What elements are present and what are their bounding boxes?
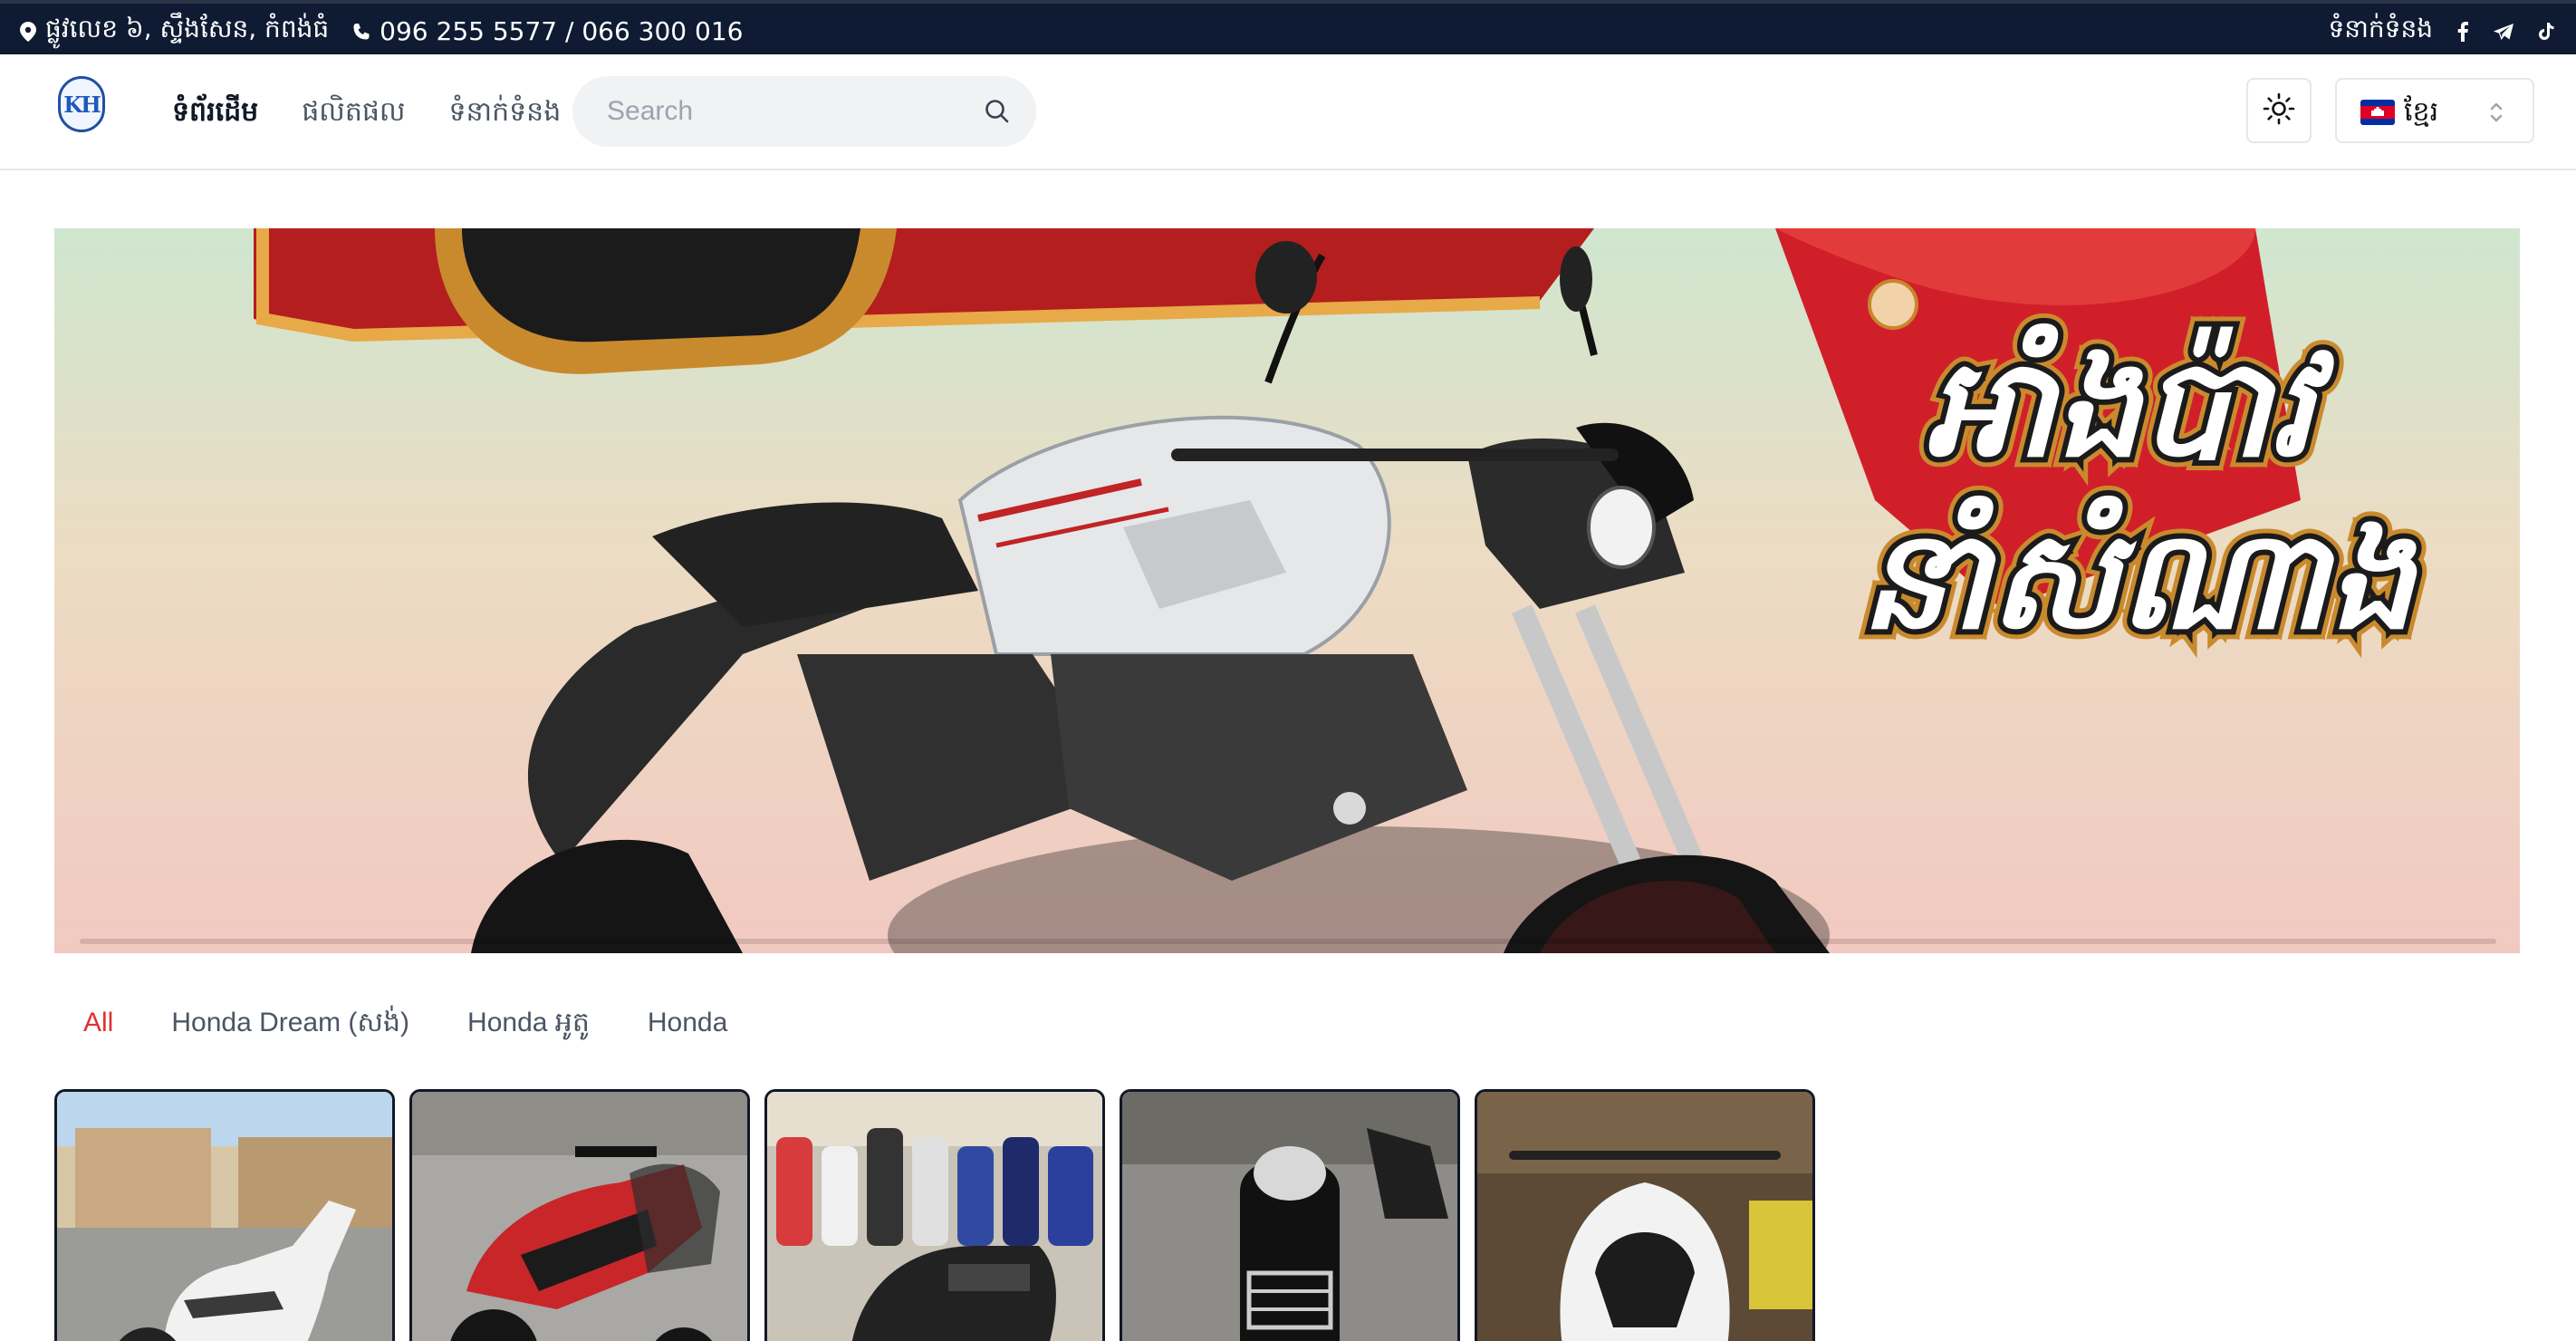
- product-card[interactable]: [54, 1089, 395, 1341]
- search-icon[interactable]: [984, 98, 1011, 129]
- theme-toggle-button[interactable]: [2246, 78, 2312, 143]
- phone-item: 096 255 5577 / 066 300 016: [352, 16, 743, 46]
- phone-text: 096 255 5577 / 066 300 016: [380, 16, 744, 46]
- promo-banner-artwork: អាំងប៉ាវ អាំងប៉ាវ នាំសំណាង នាំសំណាង: [254, 228, 2430, 953]
- red-black-scooter-photo: [412, 1092, 747, 1341]
- tab-honda-dream[interactable]: Honda Dream (សង់): [142, 1000, 438, 1046]
- top-info-bar: ផ្លូវលេខ ៦, ស្ទឹងសែន, កំពង់ធំ 096 255 55…: [0, 0, 2576, 54]
- main-header: KH ទំព័រដើម ផលិតផល ទំនាក់ទំនង Search ខ្ម…: [0, 54, 2576, 170]
- showroom-motorbikes-photo: [767, 1092, 1102, 1341]
- cambodia-flag-icon: [2360, 100, 2395, 125]
- nav-item-products[interactable]: ផលិតផល: [302, 94, 405, 134]
- search-input[interactable]: [607, 92, 969, 130]
- tab-all[interactable]: All: [54, 1000, 142, 1046]
- product-card[interactable]: [764, 1089, 1105, 1341]
- phone-icon: [352, 23, 370, 41]
- nav-item-contact[interactable]: ទំនាក់ទំនង: [448, 94, 561, 134]
- banner-headline-2: នាំសំណាង: [1860, 495, 2419, 660]
- telegram-icon[interactable]: [2493, 23, 2514, 41]
- location-pin-icon: [20, 21, 36, 42]
- white-pcx-scooter-photo: [1477, 1092, 1812, 1341]
- carousel-progress-bar: [80, 939, 2496, 944]
- main-nav: ទំព័រដើម ផលិតផល ទំនាក់ទំនង: [172, 94, 561, 134]
- tiktok-icon[interactable]: [2538, 22, 2554, 41]
- category-tabs: All Honda Dream (សង់) Honda អូតូ Honda: [54, 1000, 756, 1046]
- banner-headline-1: អាំងប៉ាវ: [1926, 323, 2336, 487]
- white-scooter-photo: [57, 1092, 392, 1341]
- address-item: ផ្លូវលេខ ៦, ស្ទឹងសែន, កំពង់ធំ: [20, 13, 329, 50]
- language-select[interactable]: ខ្មែរ: [2335, 78, 2534, 143]
- tab-honda-auto[interactable]: Honda អូតូ: [438, 1000, 619, 1046]
- language-label: ខ្មែរ: [2404, 96, 2439, 128]
- product-card[interactable]: [1475, 1089, 1815, 1341]
- address-text: ផ្លូវលេខ ៦, ស្ទឹងសែន, កំពង់ធំ: [45, 14, 330, 43]
- product-card[interactable]: [409, 1089, 750, 1341]
- black-honda-dream-photo: [1122, 1092, 1457, 1341]
- site-logo[interactable]: KH: [58, 76, 105, 132]
- facebook-icon[interactable]: [2456, 21, 2469, 42]
- chevron-up-down-icon: [2487, 100, 2505, 129]
- tab-honda[interactable]: Honda: [619, 1000, 756, 1046]
- product-grid: [54, 1089, 1815, 1341]
- nav-item-home[interactable]: ទំព័រដើម: [172, 94, 258, 134]
- promo-banner[interactable]: អាំងប៉ាវ អាំងប៉ាវ នាំសំណាង នាំសំណាង: [54, 228, 2520, 953]
- contact-link[interactable]: ទំនាក់ទំនង: [2328, 13, 2433, 50]
- search-box: [572, 76, 1036, 147]
- sun-icon: [2263, 92, 2295, 129]
- product-card[interactable]: [1120, 1089, 1460, 1341]
